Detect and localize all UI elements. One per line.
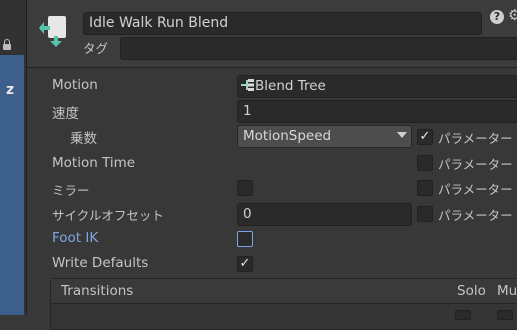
transitions-label: Transitions	[61, 283, 134, 299]
cycle-offset-input[interactable]: 0	[237, 203, 412, 226]
solo-checkbox[interactable]	[455, 310, 471, 320]
header-divider	[27, 67, 517, 68]
mirror-parameter-checkbox[interactable]	[417, 180, 433, 196]
motion-field[interactable]: Blend Tree	[237, 75, 517, 98]
animator-state-icon	[39, 16, 66, 47]
tag-label: タグ	[83, 41, 109, 56]
motion-time-parameter-checkbox[interactable]	[417, 155, 433, 171]
speed-label: 速度	[52, 106, 79, 122]
mute-checkbox[interactable]	[497, 310, 513, 320]
settings-icon[interactable]: ⚙	[508, 6, 517, 24]
multiplier-parameter-checkbox[interactable]: ✓	[417, 129, 433, 145]
write-defaults-label: Write Defaults	[52, 255, 149, 271]
motion-value: Blend Tree	[255, 78, 326, 94]
multiplier-parameter-label: パラメーター	[438, 131, 513, 146]
left-panel-glyph: z	[6, 82, 15, 98]
foot-ik-label: Foot IK	[52, 230, 99, 246]
speed-input[interactable]: 1	[237, 100, 517, 123]
multiplier-label: 乗数	[70, 131, 97, 147]
motion-time-parameter-label: パラメーター	[438, 157, 513, 172]
lock-icon[interactable]	[3, 39, 11, 50]
state-name-input[interactable]: Idle Walk Run Blend	[83, 12, 482, 35]
motion-time-label: Motion Time	[52, 155, 136, 171]
motion-label: Motion	[52, 77, 98, 93]
help-icon[interactable]: ?	[490, 10, 504, 24]
mirror-label: ミラー	[52, 183, 90, 198]
write-defaults-checkbox[interactable]: ✓	[237, 256, 253, 272]
chevron-down-icon	[397, 132, 407, 138]
solo-column-label: Solo	[457, 283, 486, 299]
cycle-offset-label: サイクルオフセット	[52, 208, 164, 223]
blend-tree-icon	[241, 79, 254, 91]
mirror-checkbox[interactable]	[237, 180, 253, 196]
multiplier-value: MotionSpeed	[243, 128, 332, 144]
multiplier-dropdown[interactable]: MotionSpeed	[237, 125, 412, 148]
tag-input[interactable]	[120, 37, 517, 60]
cycle-offset-parameter-checkbox[interactable]	[417, 206, 433, 222]
foot-ik-checkbox[interactable]	[237, 231, 253, 247]
cycle-offset-parameter-label: パラメーター	[438, 208, 513, 223]
mute-column-label: Mu	[497, 283, 517, 299]
mirror-parameter-label: パラメーター	[438, 182, 513, 197]
